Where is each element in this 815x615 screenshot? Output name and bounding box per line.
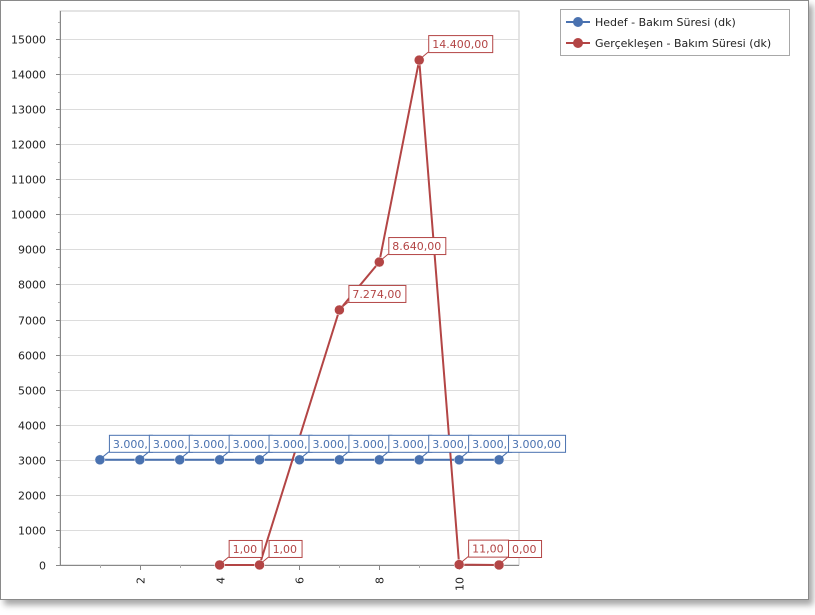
y-tick-label: 2000 [18, 490, 46, 503]
data-label-text: 1,00 [233, 543, 257, 556]
y-tick-label: 7000 [18, 315, 46, 328]
y-tick-label: 10000 [11, 209, 46, 222]
data-label-text: 3.000, [352, 438, 387, 451]
legend-entry-1: Gerçekleşen - Bakım Süresi (dk) [566, 37, 771, 50]
y-tick-label: 12000 [11, 139, 46, 152]
data-label-text: 3.000, [432, 438, 467, 451]
data-label-text: 3.000,00 [512, 438, 561, 451]
y-tick-label: 8000 [18, 279, 46, 292]
data-label-text: 14.400,00 [432, 38, 488, 51]
data-label-text: 3.000, [193, 438, 228, 451]
legend-label: Gerçekleşen - Bakım Süresi (dk) [595, 37, 771, 50]
y-tick-label: 0 [39, 560, 46, 573]
y-tick-label: 1000 [18, 525, 46, 538]
plot-area [59, 10, 520, 566]
y-tick-label: 5000 [18, 385, 46, 398]
legend-label: Hedef - Bakım Süresi (dk) [595, 16, 736, 29]
data-label-text: 3.000, [472, 438, 507, 451]
data-label-text: 3.000, [273, 438, 308, 451]
data-label-text: 3.000, [392, 438, 427, 451]
y-tick-label: 4000 [18, 420, 46, 433]
x-tick-label: 6 [294, 577, 307, 584]
legend: Hedef - Bakım Süresi (dk) Gerçekleşen - B… [560, 9, 790, 56]
grid-lines [59, 10, 520, 566]
legend-marker [573, 38, 583, 48]
data-label-text: 0,00 [512, 543, 537, 556]
data-label-text: 7.274,00 [352, 288, 401, 301]
legend-marker [573, 17, 583, 27]
y-axis-ticks: 0 1000 2000 3000 4000 5000 6000 7000 8000 9000 100… [11, 22, 60, 573]
y-tick-label: 11000 [11, 174, 46, 187]
line-chart: 0100020003000400050006000700080009000100… [11, 9, 790, 591]
x-axis-ticks: 2 4 6 8 10 [100, 565, 500, 591]
y-tick-label: 13000 [11, 104, 46, 117]
data-label-text: 8.640,00 [392, 240, 441, 253]
data-label-text: 3.000, [233, 438, 268, 451]
data-label-text: 3.000, [153, 438, 188, 451]
y-tick-label: 15000 [11, 34, 46, 47]
data-label-text: 3.000, [113, 438, 148, 451]
x-tick-label: 8 [374, 577, 387, 584]
x-tick-label: 10 [454, 577, 467, 591]
data-label-text: 1,00 [273, 543, 298, 556]
y-tick-label: 6000 [18, 350, 46, 363]
data-label-text: 3.000, [312, 438, 347, 451]
x-tick-label: 4 [215, 577, 228, 584]
x-tick-label: 2 [135, 577, 148, 584]
data-label-text: 11,00 [472, 543, 504, 556]
y-tick-label: 9000 [18, 244, 46, 257]
y-tick-label: 14000 [11, 69, 46, 82]
y-tick-label: 3000 [18, 455, 46, 468]
